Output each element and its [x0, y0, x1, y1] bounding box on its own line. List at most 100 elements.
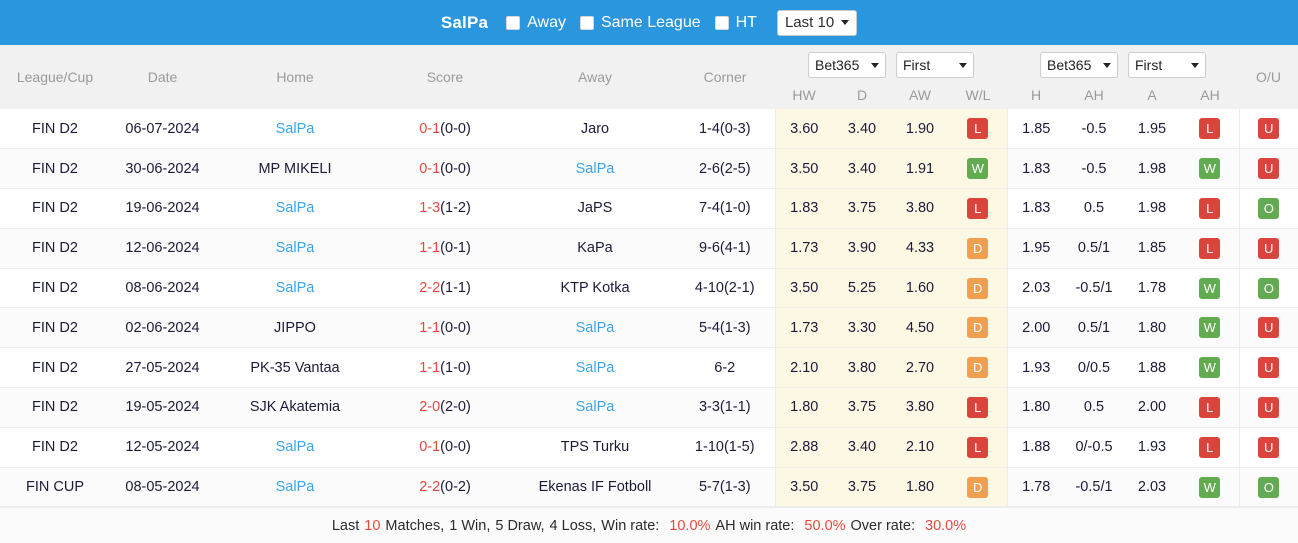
result-badge: W [967, 158, 989, 180]
cell-away[interactable]: SalPa [515, 148, 675, 190]
cell-score[interactable]: 0-1(0-0) [375, 427, 515, 468]
table-row[interactable]: FIN CUP 08-05-2024 SalPa 2-2(0-2) Ekenas IF … [0, 467, 1298, 508]
ah-result-badge: W [1199, 317, 1221, 339]
cell-result-ou: U [1238, 427, 1298, 468]
cell-score[interactable]: 2-2(0-2) [375, 467, 515, 508]
ah-result-badge: L [1199, 396, 1221, 418]
cell-odds-h: 1.85 [1006, 109, 1065, 150]
cell-odds-a: 1.93 [1123, 427, 1181, 468]
cell-league: FIN D2 [0, 188, 110, 229]
cell-home[interactable]: SalPa [215, 427, 375, 468]
cell-result-ou: U [1238, 387, 1298, 428]
ou-result-badge: O [1258, 476, 1280, 498]
result-badge: L [967, 118, 989, 140]
cell-corner: 1-10(1-5) [675, 427, 775, 468]
match-history-table: League/Cup Date Home Score Away Corner B… [0, 45, 1298, 508]
cell-score[interactable]: 1-1(0-1) [375, 228, 515, 269]
range-select[interactable]: Last 10 [776, 9, 858, 36]
cell-score[interactable]: 1-3(1-2) [375, 188, 515, 229]
cell-result-ou: U [1238, 148, 1298, 190]
cell-score[interactable]: 0-1(0-0) [375, 109, 515, 150]
cell-date: 02-06-2024 [110, 307, 215, 349]
chevron-down-icon [1103, 62, 1111, 68]
header-ou: O/U [1239, 45, 1298, 109]
cell-score[interactable]: 1-1(0-0) [375, 307, 515, 349]
result-badge: D [967, 476, 989, 498]
checkbox-same-league[interactable] [579, 15, 594, 30]
ah-result-badge: W [1199, 476, 1221, 498]
checkbox-away[interactable] [506, 15, 521, 30]
table-row[interactable]: FIN D2 19-06-2024 SalPa 1-3(1-2) JaPS 7-4(1-0… [0, 188, 1298, 229]
bookmaker-select-left[interactable]: Bet365 [808, 52, 886, 79]
result-badge: L [967, 396, 989, 418]
checkbox-ht[interactable] [714, 15, 729, 30]
table-row[interactable]: FIN D2 12-06-2024 SalPa 1-1(0-1) KaPa 9-6(4-1… [0, 228, 1298, 269]
cell-league: FIN D2 [0, 148, 110, 190]
cell-odds-ah-line: 0.5 [1065, 188, 1123, 229]
cell-home[interactable]: SalPa [215, 268, 375, 309]
cell-home[interactable]: SalPa [215, 109, 375, 150]
cell-away: Jaro [515, 109, 675, 150]
table-row[interactable]: FIN D2 27-05-2024 PK-35 Vantaa 1-1(1-0) SalP… [0, 347, 1298, 389]
odds-right-group-header: Bet365 First [1007, 45, 1239, 81]
chevron-down-icon [841, 20, 850, 25]
cell-league: FIN D2 [0, 268, 110, 309]
cell-odds-aw: 1.60 [891, 268, 949, 309]
cell-odds-aw: 2.70 [891, 347, 949, 389]
ou-result-badge: U [1258, 317, 1280, 339]
cell-result-wl: L [949, 188, 1007, 229]
cell-home[interactable]: SalPa [215, 188, 375, 229]
bookmaker-select-right[interactable]: Bet365 [1040, 52, 1118, 79]
footer-matches-word: Matches, [385, 517, 445, 534]
cell-score[interactable]: 1-1(1-0) [375, 347, 515, 389]
cell-away[interactable]: SalPa [515, 347, 675, 389]
ah-result-badge: W [1199, 158, 1221, 180]
footer-win-rate-value: 10.0% [669, 517, 711, 534]
filter-ht[interactable]: HT [714, 14, 757, 32]
cell-odds-aw: 1.80 [891, 467, 949, 508]
cell-result-ou: O [1238, 268, 1298, 309]
table-row[interactable]: FIN D2 02-06-2024 JIPPO 1-1(0-0) SalPa 5-4(1-… [0, 307, 1298, 349]
cell-away[interactable]: SalPa [515, 387, 675, 428]
cell-score[interactable]: 0-1(0-0) [375, 148, 515, 190]
footer-prefix: Last [331, 517, 360, 534]
cell-score[interactable]: 2-2(1-1) [375, 268, 515, 309]
table-row[interactable]: FIN D2 08-06-2024 SalPa 2-2(1-1) KTP Kotka 4-… [0, 268, 1298, 309]
filter-away[interactable]: Away [506, 14, 566, 32]
cell-odds-aw: 1.90 [891, 109, 949, 150]
cell-result-wl: L [949, 427, 1007, 468]
table-row[interactable]: FIN D2 30-06-2024 MP MIKELI 0-1(0-0) SalPa 2-… [0, 148, 1298, 190]
footer-ah-win-rate-value: 50.0% [804, 517, 846, 534]
cell-home[interactable]: SalPa [215, 467, 375, 508]
table-row[interactable]: FIN D2 12-05-2024 SalPa 0-1(0-0) TPS Turku 1-… [0, 427, 1298, 468]
footer-losses: 4 Loss, [549, 517, 597, 534]
cell-away: TPS Turku [515, 427, 675, 468]
table-row[interactable]: FIN D2 06-07-2024 SalPa 0-1(0-0) Jaro 1-4(0-3… [0, 109, 1298, 150]
cell-result-wl: W [949, 148, 1007, 190]
period-select-right[interactable]: First [1128, 52, 1206, 79]
cell-odds-aw: 3.80 [891, 387, 949, 428]
cell-league: FIN D2 [0, 307, 110, 349]
cell-odds-hw: 1.73 [774, 228, 833, 269]
cell-league: FIN D2 [0, 228, 110, 269]
footer-over-rate-label: Over rate: [850, 517, 915, 534]
cell-date: 19-06-2024 [110, 188, 215, 229]
footer-wins: 1 Win, [449, 517, 491, 534]
cell-odds-a: 1.98 [1123, 148, 1181, 190]
period-select-left[interactable]: First [896, 52, 974, 79]
ah-result-badge: L [1199, 436, 1221, 458]
cell-away[interactable]: SalPa [515, 307, 675, 349]
filter-same-league[interactable]: Same League [579, 13, 701, 32]
cell-odds-hw: 1.73 [774, 307, 833, 349]
cell-home[interactable]: SalPa [215, 228, 375, 269]
table-row[interactable]: FIN D2 19-05-2024 SJK Akatemia 2-0(2-0) SalP… [0, 387, 1298, 428]
cell-score[interactable]: 2-0(2-0) [375, 387, 515, 428]
cell-odds-h: 1.78 [1006, 467, 1065, 508]
cell-result-ah: L [1181, 109, 1239, 150]
cell-home: MP MIKELI [215, 148, 375, 190]
cell-odds-d: 3.75 [833, 387, 891, 428]
filter-same-league-label: Same League [600, 13, 701, 31]
cell-away: KaPa [515, 228, 675, 269]
cell-corner: 2-6(2-5) [675, 148, 775, 190]
ah-result-badge: L [1199, 237, 1221, 259]
